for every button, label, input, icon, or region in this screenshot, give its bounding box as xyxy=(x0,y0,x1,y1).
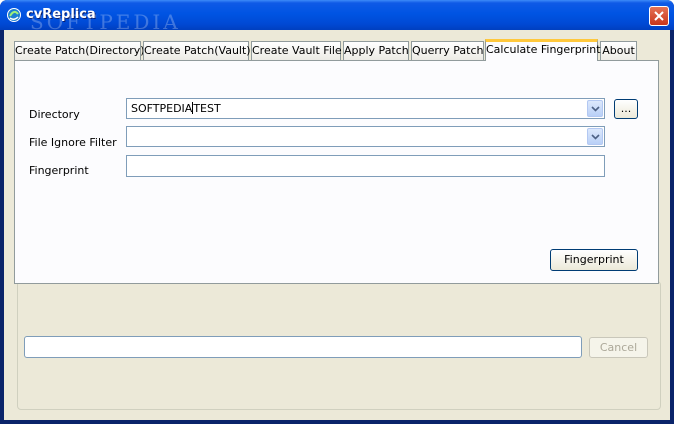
tab-apply-patch[interactable]: Apply Patch xyxy=(343,41,409,60)
tab-calculate-fingerprint[interactable]: Calculate Fingerprint xyxy=(485,39,601,61)
directory-label: Directory xyxy=(29,108,80,121)
calculate-fingerprint-panel: Directory SOFTPEDIATEST ... File Ignore … xyxy=(14,60,659,284)
browse-button[interactable]: ... xyxy=(614,99,638,119)
tab-label: Apply Patch xyxy=(344,44,409,57)
tab-label: Querry Patch xyxy=(412,44,484,57)
client-area: Create Patch(Directory) Create Patch(Vau… xyxy=(4,30,670,420)
directory-combobox[interactable]: SOFTPEDIATEST xyxy=(126,98,605,119)
chevron-down-icon xyxy=(591,106,600,112)
tab-create-patch-vault[interactable]: Create Patch(Vault) xyxy=(143,41,251,60)
fingerprint-label: Fingerprint xyxy=(29,164,89,177)
directory-dropdown-button[interactable] xyxy=(587,100,603,117)
cancel-button[interactable]: Cancel xyxy=(589,337,648,358)
tab-querry-patch[interactable]: Querry Patch xyxy=(411,41,484,60)
directory-value: SOFTPEDIATEST xyxy=(131,102,221,115)
tab-label: Create Vault File xyxy=(252,44,342,57)
file-ignore-filter-label: File Ignore Filter xyxy=(29,136,117,149)
tab-label: Create Patch(Directory) xyxy=(15,44,145,57)
text-cursor xyxy=(192,102,194,114)
close-button[interactable] xyxy=(649,6,669,26)
close-icon xyxy=(654,11,664,21)
fingerprint-button-label: Fingerprint xyxy=(564,253,624,266)
title-bar[interactable]: cvReplica SOFTPEDIA xyxy=(0,0,674,34)
tab-create-patch-directory[interactable]: Create Patch(Directory) xyxy=(14,41,145,60)
chevron-down-icon xyxy=(591,134,600,140)
cancel-label: Cancel xyxy=(599,341,638,354)
browse-label: ... xyxy=(620,102,632,115)
tab-label: Calculate Fingerprint xyxy=(486,43,601,56)
app-icon xyxy=(7,8,21,22)
tab-label: Create Patch(Vault) xyxy=(144,44,251,57)
tab-label: About xyxy=(602,44,635,57)
tab-create-vault-file[interactable]: Create Vault File xyxy=(251,41,342,60)
file-ignore-filter-combobox[interactable] xyxy=(126,126,605,147)
fingerprint-field[interactable] xyxy=(126,155,605,177)
app-window: cvReplica SOFTPEDIA Create Patch(Directo… xyxy=(0,0,674,424)
filter-dropdown-button[interactable] xyxy=(587,128,603,145)
fingerprint-button[interactable]: Fingerprint xyxy=(550,249,638,271)
tab-about[interactable]: About xyxy=(600,41,637,60)
status-progress-bar xyxy=(24,336,582,358)
